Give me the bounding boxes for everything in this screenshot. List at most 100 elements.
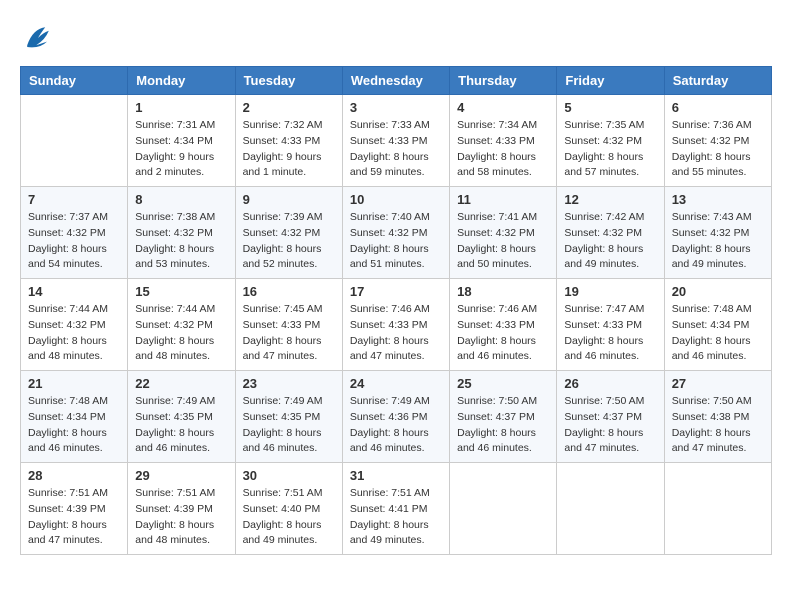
sunrise-text: Sunrise: 7:49 AM — [135, 395, 215, 407]
calendar-cell — [557, 463, 664, 555]
sunset-text: Sunset: 4:36 PM — [350, 411, 428, 423]
calendar-cell: 3Sunrise: 7:33 AMSunset: 4:33 PMDaylight… — [342, 95, 449, 187]
day-number: 10 — [350, 192, 442, 207]
sunset-text: Sunset: 4:32 PM — [564, 227, 642, 239]
daylight-text: Daylight: 8 hours and 47 minutes. — [28, 519, 107, 547]
day-number: 22 — [135, 376, 227, 391]
daylight-text: Daylight: 8 hours and 48 minutes. — [135, 519, 214, 547]
sunrise-text: Sunrise: 7:46 AM — [350, 303, 430, 315]
sunrise-text: Sunrise: 7:45 AM — [243, 303, 323, 315]
calendar-cell: 29 Sunrise: 7:51 AM Sunset: 4:39 PM Dayligh… — [128, 463, 235, 555]
calendar-cell: 26Sunrise: 7:50 AMSunset: 4:37 PMDayligh… — [557, 371, 664, 463]
calendar-cell: 23Sunrise: 7:49 AMSunset: 4:35 PMDayligh… — [235, 371, 342, 463]
day-info: Sunrise: 7:51 AMSunset: 4:39 PMDaylight:… — [28, 486, 120, 549]
header-friday: Friday — [557, 67, 664, 95]
logo-icon — [20, 20, 56, 56]
header-thursday: Thursday — [450, 67, 557, 95]
sunset-text: Sunset: 4:33 PM — [457, 135, 535, 147]
sunset-text: Sunset: 4:32 PM — [457, 227, 535, 239]
day-number: 29 — [135, 468, 227, 483]
daylight-text: Daylight: 8 hours and 52 minutes. — [243, 243, 322, 271]
sunrise-text: Sunrise: 7:31 AM — [135, 119, 215, 131]
sunrise-text: Sunrise: 7:37 AM — [28, 211, 108, 223]
daylight-text: Daylight: 8 hours and 50 minutes. — [457, 243, 536, 271]
calendar-cell: 10 Sunrise: 7:40 AMSunset: 4:32 PMDayligh… — [342, 187, 449, 279]
header-tuesday: Tuesday — [235, 67, 342, 95]
daylight-text: Daylight: 8 hours and 47 minutes. — [672, 427, 751, 455]
sunrise-text: Sunrise: 7:36 AM — [672, 119, 752, 131]
sunrise-text: Sunrise: 7:50 AM — [457, 395, 537, 407]
header-monday: Monday — [128, 67, 235, 95]
calendar-cell: 30Sunrise: 7:51 AMSunset: 4:40 PMDayligh… — [235, 463, 342, 555]
day-number: 19 — [564, 284, 656, 299]
day-number: 12 — [564, 192, 656, 207]
daylight-text: Daylight: 8 hours and 57 minutes. — [564, 151, 643, 179]
calendar-cell: 22 Sunrise: 7:49 AMSunset: 4:35 PMDayligh… — [128, 371, 235, 463]
calendar-cell: 18Sunrise: 7:46 AMSunset: 4:33 PMDayligh… — [450, 279, 557, 371]
sunrise-text: Sunrise: 7:44 AM — [28, 303, 108, 315]
calendar-cell: 21Sunrise: 7:48 AMSunset: 4:34 PMDayligh… — [21, 371, 128, 463]
day-number: 3 — [350, 100, 442, 115]
header-sunday: Sunday — [21, 67, 128, 95]
header-wednesday: Wednesday — [342, 67, 449, 95]
daylight-text: Daylight: 8 hours and 46 minutes. — [564, 335, 643, 363]
day-info: Sunrise: 7:37 AMSunset: 4:32 PMDaylight:… — [28, 210, 120, 273]
calendar-cell: 16Sunrise: 7:45 AMSunset: 4:33 PMDayligh… — [235, 279, 342, 371]
sunset-text: Sunset: 4:39 PM — [135, 503, 213, 515]
calendar-week-1: 1Sunrise: 7:31 AMSunset: 4:34 PMDaylight… — [21, 95, 772, 187]
calendar-table: SundayMondayTuesdayWednesdayThursdayFrid… — [20, 66, 772, 555]
day-info: Sunrise: 7:50 AMSunset: 4:37 PMDaylight:… — [564, 394, 656, 457]
sunset-text: Sunset: 4:37 PM — [564, 411, 642, 423]
daylight-text: Daylight: 8 hours and 49 minutes. — [672, 243, 751, 271]
sunrise-text: Sunrise: 7:43 AM — [672, 211, 752, 223]
calendar-cell: 31Sunrise: 7:51 AMSunset: 4:41 PMDayligh… — [342, 463, 449, 555]
sunrise-text: Sunrise: 7:49 AM — [350, 395, 430, 407]
calendar-cell: 6Sunrise: 7:36 AMSunset: 4:32 PMDaylight… — [664, 95, 771, 187]
day-number: 23 — [243, 376, 335, 391]
sunrise-text: Sunrise: 7:38 AM — [135, 211, 215, 223]
daylight-text: Daylight: 8 hours and 49 minutes. — [243, 519, 322, 547]
daylight-text: Daylight: 8 hours and 46 minutes. — [672, 335, 751, 363]
calendar-cell: 24Sunrise: 7:49 AMSunset: 4:36 PMDayligh… — [342, 371, 449, 463]
day-info: Sunrise: 7:44 AMSunset: 4:32 PMDaylight:… — [28, 302, 120, 365]
sunrise-text: Sunrise: 7:48 AM — [672, 303, 752, 315]
day-info: Sunrise: 7:51 AM Sunset: 4:39 PM Daylight:… — [135, 486, 227, 549]
day-info: Sunrise: 7:43 AM Sunset: 4:32 PM Daylight:… — [672, 210, 764, 273]
calendar-cell: 28 Sunrise: 7:51 AMSunset: 4:39 PMDayligh… — [21, 463, 128, 555]
day-info: Sunrise: 7:47 AMSunset: 4:33 PMDaylight:… — [564, 302, 656, 365]
day-number: 25 — [457, 376, 549, 391]
sunrise-text: Sunrise: 7:50 AM — [672, 395, 752, 407]
day-info: Sunrise: 7:31 AMSunset: 4:34 PMDaylight:… — [135, 118, 227, 181]
day-info: Sunrise: 7:50 AMSunset: 4:38 PMDaylight:… — [672, 394, 764, 457]
sunset-text: Sunset: 4:32 PM — [672, 135, 750, 147]
day-number: 15 — [135, 284, 227, 299]
day-info: Sunrise: 7:40 AMSunset: 4:32 PMDaylight:… — [350, 210, 442, 273]
sunset-text: Sunset: 4:32 PM — [672, 227, 750, 239]
page-header — [20, 20, 772, 56]
calendar-cell: 7Sunrise: 7:37 AMSunset: 4:32 PMDaylight… — [21, 187, 128, 279]
daylight-text: Daylight: 8 hours and 53 minutes. — [135, 243, 214, 271]
calendar-week-4: 21Sunrise: 7:48 AMSunset: 4:34 PMDayligh… — [21, 371, 772, 463]
calendar-cell: 5Sunrise: 7:35 AMSunset: 4:32 PMDaylight… — [557, 95, 664, 187]
calendar-cell: 1Sunrise: 7:31 AMSunset: 4:34 PMDaylight… — [128, 95, 235, 187]
calendar-cell: 12Sunrise: 7:42 AMSunset: 4:32 PMDayligh… — [557, 187, 664, 279]
day-number: 5 — [564, 100, 656, 115]
sunset-text: Sunset: 4:33 PM — [243, 135, 321, 147]
day-number: 28 — [28, 468, 120, 483]
day-info: Sunrise: 7:49 AMSunset: 4:35 PMDaylight:… — [135, 394, 227, 457]
sunrise-text: Sunrise: 7:39 AM — [243, 211, 323, 223]
calendar-cell: 17Sunrise: 7:46 AMSunset: 4:33 PMDayligh… — [342, 279, 449, 371]
daylight-text: Daylight: 8 hours and 47 minutes. — [564, 427, 643, 455]
sunrise-text: Sunrise: 7:51 AM — [28, 487, 108, 499]
day-number: 18 — [457, 284, 549, 299]
sunset-text: Sunset: 4:32 PM — [135, 227, 213, 239]
day-info: Sunrise: 7:48 AMSunset: 4:34 PMDaylight:… — [672, 302, 764, 365]
sunrise-text: Sunrise: 7:44 AM — [135, 303, 215, 315]
day-info: Sunrise: 7:39 AMSunset: 4:32 PMDaylight:… — [243, 210, 335, 273]
day-info: Sunrise: 7:32 AMSunset: 4:33 PMDaylight:… — [243, 118, 335, 181]
day-info: Sunrise: 7:36 AMSunset: 4:32 PMDaylight:… — [672, 118, 764, 181]
day-info: Sunrise: 7:45 AMSunset: 4:33 PMDaylight:… — [243, 302, 335, 365]
sunset-text: Sunset: 4:33 PM — [457, 319, 535, 331]
daylight-text: Daylight: 8 hours and 49 minutes. — [350, 519, 429, 547]
sunrise-text: Sunrise: 7:51 AM — [135, 487, 215, 499]
